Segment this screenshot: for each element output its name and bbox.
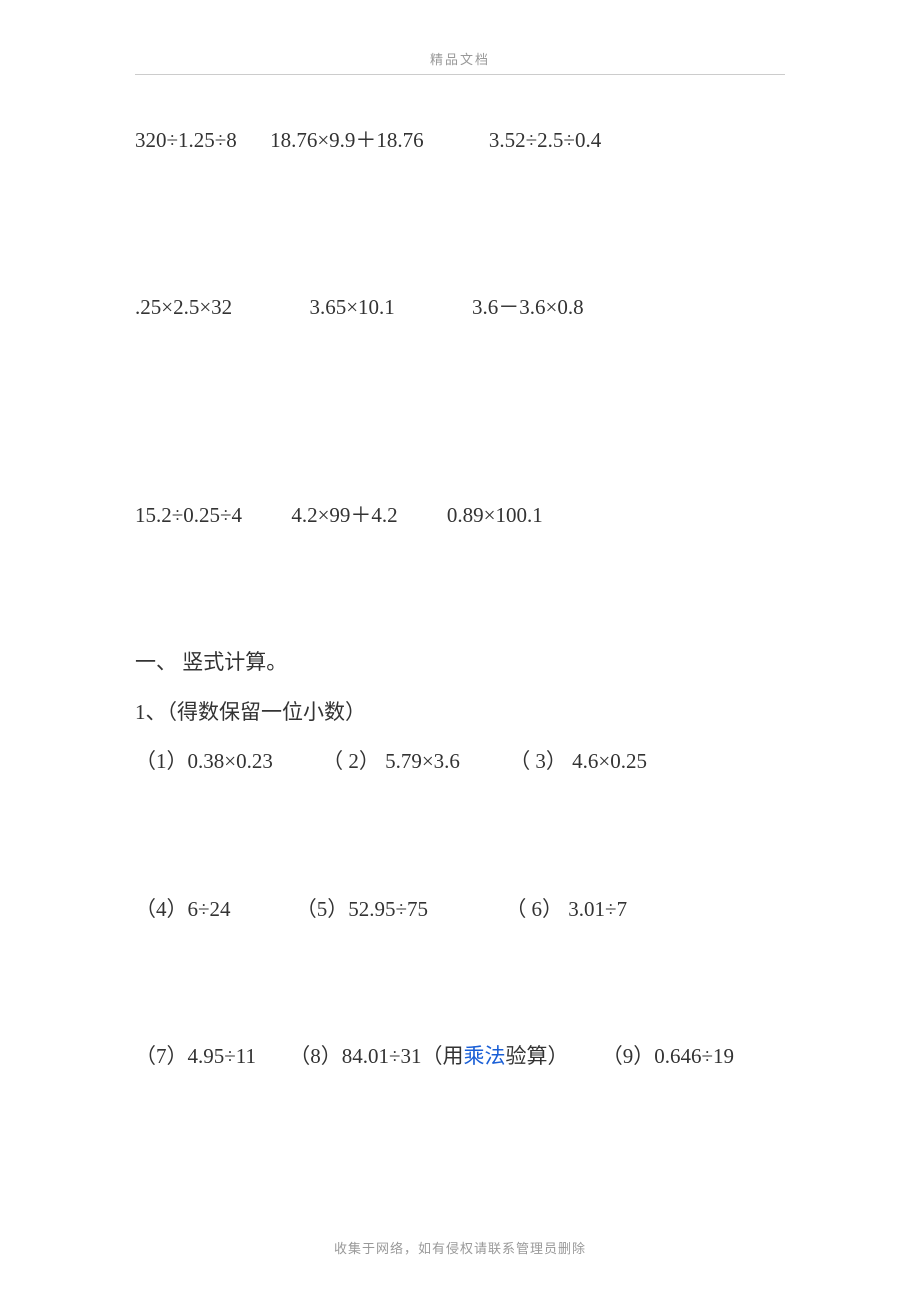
expr: 0.89×100.1 bbox=[447, 500, 543, 532]
problem-row-2: （4）6÷24 （5）52.95÷75 （ 6） 3.01÷7 bbox=[135, 894, 785, 926]
problem: （1）0.38×0.23 bbox=[135, 746, 273, 778]
problem-prefix: （8）84.01÷31（用 bbox=[289, 1041, 463, 1073]
problem: （5）52.95÷75 bbox=[296, 894, 428, 926]
problem: （7）4.95÷11 bbox=[135, 1041, 256, 1073]
footer-note: 收集于网络，如有侵权请联系管理员删除 bbox=[0, 1239, 920, 1259]
page-header-label: 精品文档 bbox=[135, 50, 785, 70]
expr-row-1: 320÷1.25÷8 18.76×9.9＋18.76 3.52÷2.5÷0.4 bbox=[135, 125, 785, 157]
expr: 15.2÷0.25÷4 bbox=[135, 500, 242, 532]
problem: （4）6÷24 bbox=[135, 894, 231, 926]
expr: 4.2×99＋4.2 bbox=[291, 500, 397, 532]
expr: 3.65×10.1 bbox=[309, 292, 394, 324]
expr: 3.6－3.6×0.8 bbox=[472, 292, 584, 324]
subsection-label: 1、（得数保留一位小数） bbox=[135, 697, 785, 729]
problem: （ 6） 3.01÷7 bbox=[505, 894, 627, 926]
problem-row-3: （7）4.95÷11 （8）84.01÷31（用乘法验算） （9）0.646÷1… bbox=[135, 1041, 785, 1073]
expr: 3.52÷2.5÷0.4 bbox=[489, 125, 601, 157]
problem-suffix: 验算） bbox=[506, 1041, 569, 1073]
problem: （9）0.646÷19 bbox=[602, 1041, 734, 1073]
problem: （ 3） 4.6×0.25 bbox=[509, 746, 647, 778]
expr-row-3: 15.2÷0.25÷4 4.2×99＋4.2 0.89×100.1 bbox=[135, 500, 785, 532]
problem: （8）84.01÷31（用乘法验算） bbox=[289, 1041, 568, 1073]
expr-row-2: .25×2.5×32 3.65×10.1 3.6－3.6×0.8 bbox=[135, 292, 785, 324]
problem-row-1: （1）0.38×0.23 （ 2） 5.79×3.6 （ 3） 4.6×0.25 bbox=[135, 746, 785, 778]
document-page: 精品文档 320÷1.25÷8 18.76×9.9＋18.76 3.52÷2.5… bbox=[0, 0, 920, 1302]
expr: 18.76×9.9＋18.76 bbox=[270, 125, 424, 157]
expr: .25×2.5×32 bbox=[135, 292, 232, 324]
link-multiplication[interactable]: 乘法 bbox=[464, 1041, 506, 1073]
section-title: 一、 竖式计算。 bbox=[135, 647, 785, 679]
problem: （ 2） 5.79×3.6 bbox=[322, 746, 460, 778]
header-rule bbox=[135, 74, 785, 75]
expr: 320÷1.25÷8 bbox=[135, 125, 237, 157]
